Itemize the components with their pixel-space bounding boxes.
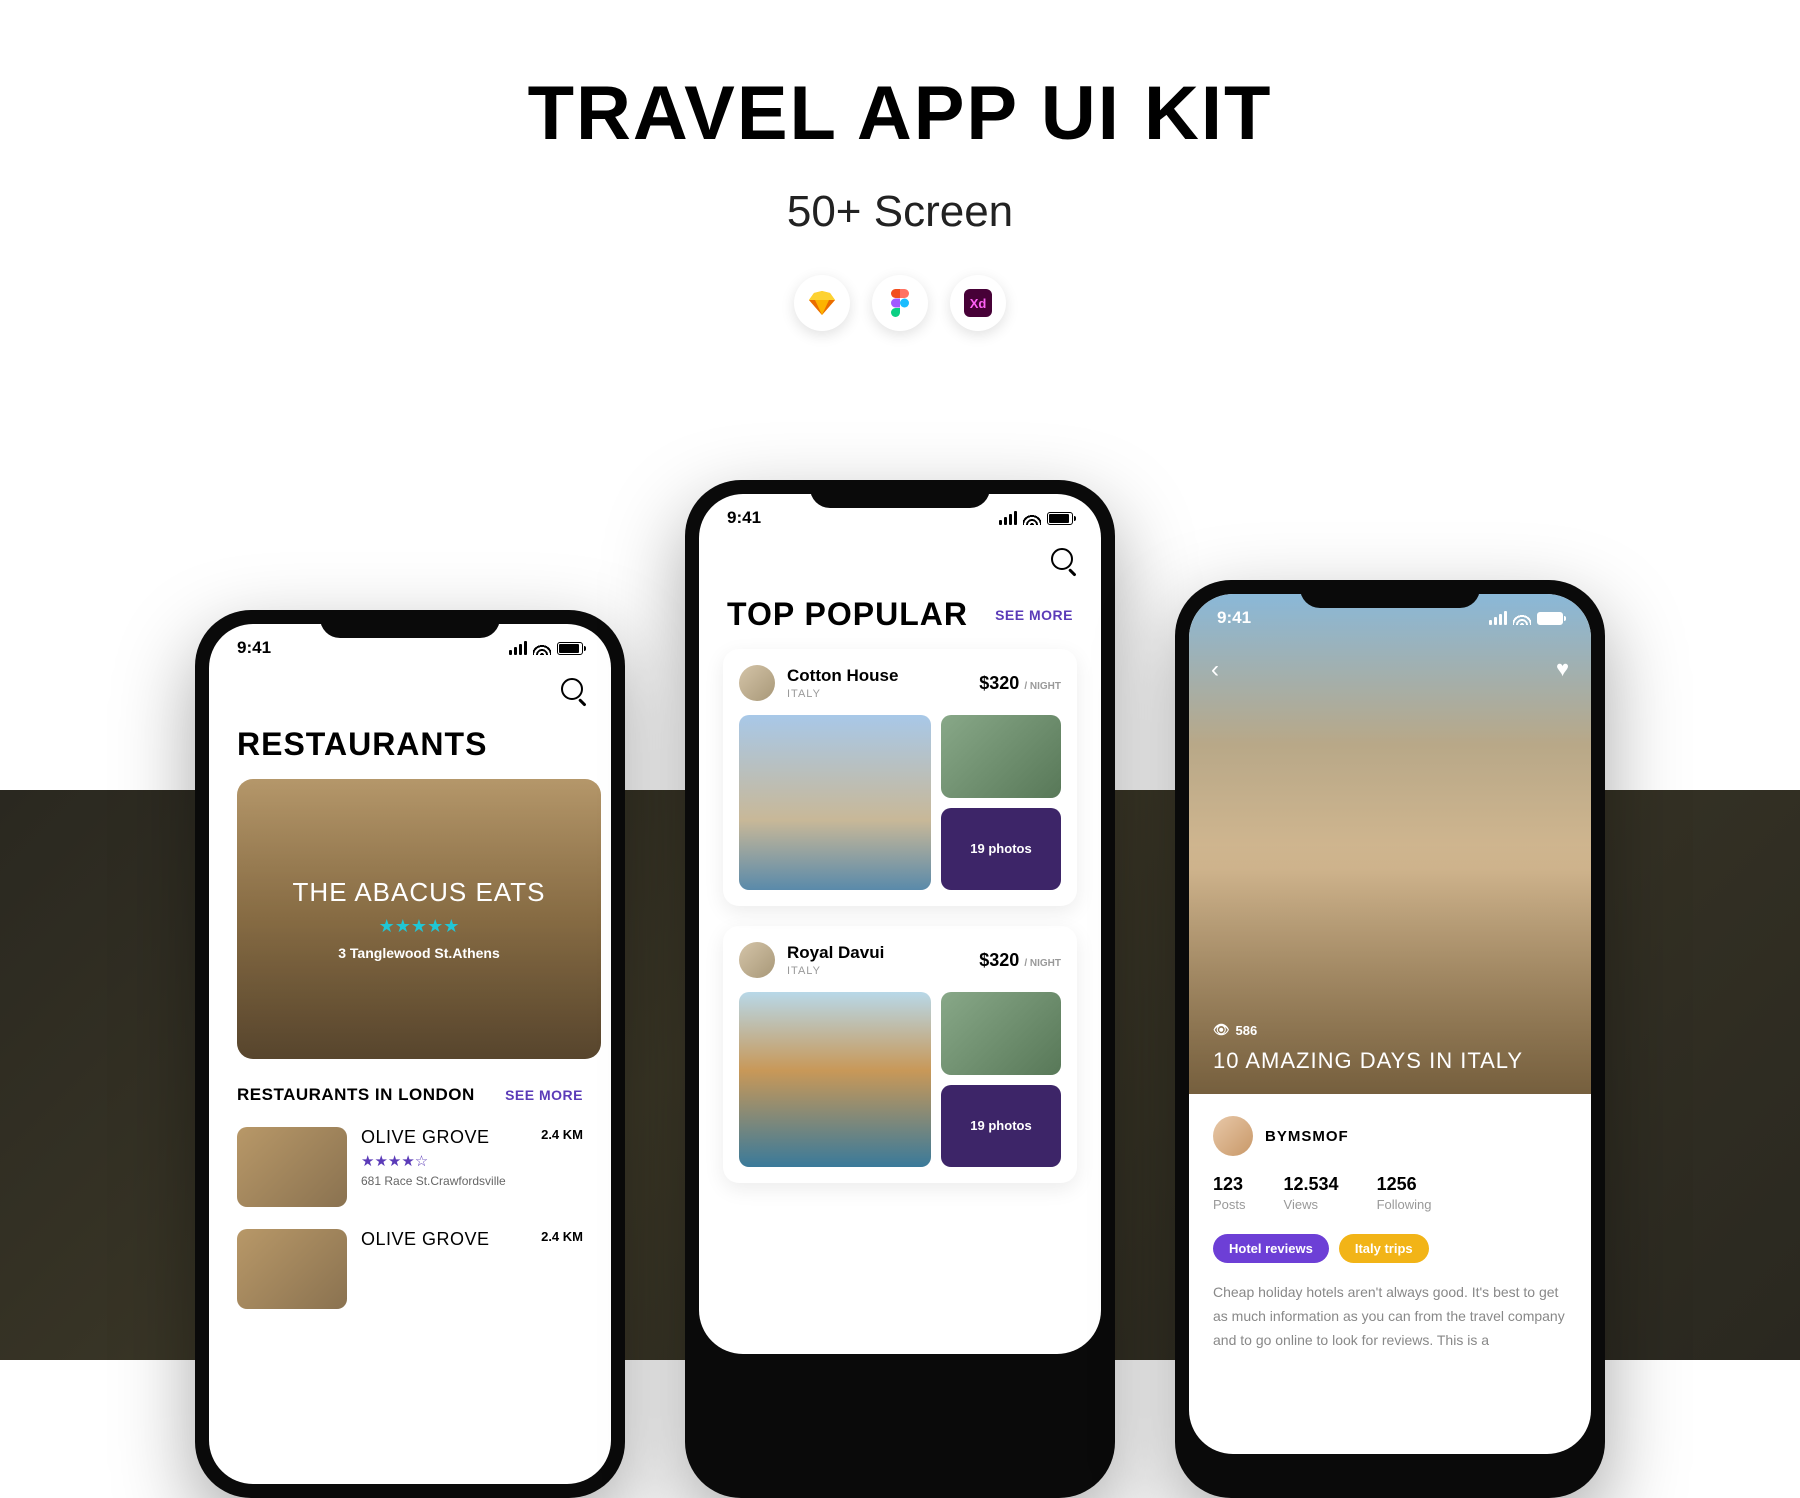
restaurant-thumb — [237, 1127, 347, 1207]
hotel-photo-small[interactable] — [941, 715, 1061, 798]
svg-text:Xd: Xd — [970, 296, 987, 311]
more-photos-button[interactable]: 19 photos — [941, 1085, 1061, 1168]
item-name: OLIVE GROVE — [361, 1127, 490, 1148]
tag-hotel-reviews[interactable]: Hotel reviews — [1213, 1234, 1329, 1263]
author-avatar — [1213, 1116, 1253, 1156]
hotel-card[interactable]: Royal Davui ITALY $320 / NIGHT 19 photos — [723, 926, 1077, 1183]
status-time: 9:41 — [1217, 608, 1251, 628]
more-photos-button[interactable]: 19 photos — [941, 808, 1061, 891]
price-unit: / NIGHT — [1024, 958, 1061, 969]
page-title: TRAVEL APP UI KIT — [0, 70, 1800, 157]
item-distance: 2.4 KM — [541, 1229, 583, 1244]
hotel-price: $320 — [979, 673, 1019, 693]
page-subtitle: 50+ Screen — [0, 187, 1800, 237]
heart-icon[interactable]: ♥ — [1556, 656, 1569, 682]
hotel-photo-large[interactable] — [739, 715, 931, 890]
article-title: 10 AMAZING DAYS IN ITALY — [1213, 1048, 1523, 1074]
wifi-icon — [1513, 612, 1531, 625]
signal-icon — [509, 641, 527, 655]
hotel-photo-large[interactable] — [739, 992, 931, 1167]
author-row[interactable]: BYMSMOF — [1189, 1094, 1591, 1174]
battery-icon — [1047, 512, 1073, 525]
list-item[interactable]: OLIVE GROVE 2.4 KM — [209, 1221, 611, 1323]
hero-header: TRAVEL APP UI KIT 50+ Screen Xd — [0, 0, 1800, 331]
tool-icons: Xd — [0, 275, 1800, 331]
featured-name: THE ABACUS EATS — [293, 877, 546, 908]
item-distance: 2.4 KM — [541, 1127, 583, 1142]
search-icon[interactable] — [561, 678, 583, 700]
stat-posts: 123 — [1213, 1174, 1246, 1195]
rating-stars: ★★★★★ — [379, 916, 460, 937]
see-more-link[interactable]: SEE MORE — [995, 607, 1073, 623]
stats-row: 123Posts 12.534Views 1256Following — [1189, 1174, 1591, 1234]
tag-italy-trips[interactable]: Italy trips — [1339, 1234, 1429, 1263]
rating-stars: ★★★★☆ — [361, 1152, 583, 1170]
figma-icon — [872, 275, 928, 331]
price-unit: / NIGHT — [1024, 681, 1061, 692]
eye-icon: 👁 — [1213, 1022, 1230, 1038]
restaurant-thumb — [237, 1229, 347, 1309]
phone-mockup-popular: 9:41 TOP POPULAR SEE MORE Cotton House IT… — [685, 480, 1115, 1498]
tag-row: Hotel reviews Italy trips — [1189, 1234, 1591, 1281]
hotel-avatar — [739, 665, 775, 701]
status-time: 9:41 — [727, 508, 761, 528]
author-name: BYMSMOF — [1265, 1128, 1349, 1145]
hotel-avatar — [739, 942, 775, 978]
back-icon[interactable]: ‹ — [1211, 656, 1219, 684]
hotel-price: $320 — [979, 950, 1019, 970]
hotel-location: ITALY — [787, 688, 898, 700]
xd-icon: Xd — [950, 275, 1006, 331]
phone-mockup-restaurants: 9:41 RESTAURANTS THE ABACUS EATS ★★★★★ 3… — [195, 610, 625, 1498]
section-title: RESTAURANTS — [209, 712, 611, 779]
hotel-photo-small[interactable] — [941, 992, 1061, 1075]
hotel-name: Cotton House — [787, 666, 898, 686]
hotel-card[interactable]: Cotton House ITALY $320 / NIGHT 19 photos — [723, 649, 1077, 906]
status-time: 9:41 — [237, 638, 271, 658]
hotel-location: ITALY — [787, 965, 884, 977]
section-title: TOP POPULAR — [727, 596, 968, 633]
signal-icon — [1489, 611, 1507, 625]
featured-restaurant-card[interactable]: THE ABACUS EATS ★★★★★ 3 Tanglewood St.At… — [237, 779, 601, 1059]
battery-icon — [557, 642, 583, 655]
view-count: 👁586 — [1213, 1022, 1257, 1038]
stat-following: 1256 — [1377, 1174, 1432, 1195]
featured-address: 3 Tanglewood St.Athens — [338, 945, 500, 961]
see-more-link[interactable]: SEE MORE — [505, 1087, 583, 1103]
signal-icon — [999, 511, 1017, 525]
hotel-name: Royal Davui — [787, 943, 884, 963]
search-icon[interactable] — [1051, 548, 1073, 570]
item-name: OLIVE GROVE — [361, 1229, 490, 1250]
list-title: RESTAURANTS IN LONDON — [237, 1085, 475, 1105]
sketch-icon — [794, 275, 850, 331]
wifi-icon — [1023, 512, 1041, 525]
stat-views: 12.534 — [1284, 1174, 1339, 1195]
battery-icon — [1537, 612, 1563, 625]
item-address: 681 Race St.Crawfordsville — [361, 1174, 583, 1188]
list-item[interactable]: OLIVE GROVE 2.4 KM ★★★★☆ 681 Race St.Craw… — [209, 1119, 611, 1221]
phone-mockup-article: 9:41 ‹ ♥ 👁586 10 AMAZING DAYS IN ITALY B… — [1175, 580, 1605, 1498]
article-body: Cheap holiday hotels aren't always good.… — [1189, 1281, 1591, 1352]
wifi-icon — [533, 642, 551, 655]
article-hero-image: 9:41 ‹ ♥ 👁586 10 AMAZING DAYS IN ITALY — [1189, 594, 1591, 1094]
